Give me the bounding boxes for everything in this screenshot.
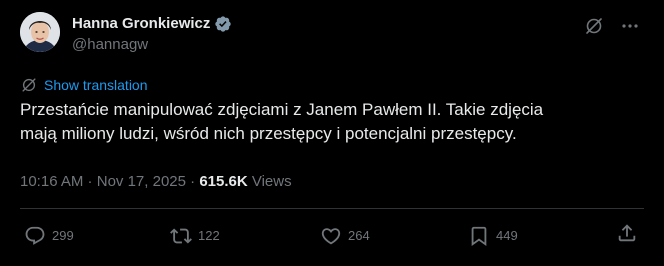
tweet-text-line-2: mają miliony ludzi, wśród nich przestępc… xyxy=(20,124,517,143)
bookmark-count: 449 xyxy=(496,228,518,243)
user-handle[interactable]: @hannagw xyxy=(72,35,148,55)
reply-button[interactable]: 299 xyxy=(24,222,74,250)
verified-badge-icon[interactable] xyxy=(214,15,232,33)
share-icon xyxy=(618,224,636,242)
action-bar: 299 122 264 449 xyxy=(20,222,644,250)
translate-icon xyxy=(20,76,38,94)
tweet-meta: 10:16 AM · Nov 17, 2025 · 615.6K Views xyxy=(20,172,292,192)
reply-count: 299 xyxy=(52,228,74,243)
divider xyxy=(20,208,644,209)
more-icon[interactable] xyxy=(620,16,640,36)
tweet-text: Przestańcie manipulować zdjęciami z Jane… xyxy=(20,98,640,146)
like-icon xyxy=(321,228,341,245)
show-translation-link[interactable]: Show translation xyxy=(20,76,148,94)
display-name[interactable]: Hanna Gronkiewicz xyxy=(72,14,210,34)
share-button[interactable] xyxy=(616,222,638,244)
tweet-date[interactable]: Nov 17, 2025 xyxy=(97,173,186,190)
reply-icon xyxy=(25,226,45,245)
grok-icon[interactable] xyxy=(584,16,604,36)
views-label: Views xyxy=(247,173,292,190)
like-button[interactable]: 264 xyxy=(320,222,370,250)
tweet-header: Hanna Gronkiewicz @hannagw xyxy=(20,12,644,56)
tweet-text-line-1: Przestańcie manipulować zdjęciami z Jane… xyxy=(20,100,544,119)
show-translation-label[interactable]: Show translation xyxy=(44,76,148,94)
views-count: 615.6K xyxy=(199,173,248,190)
tweet-card: Hanna Gronkiewicz @hannagw Show translat… xyxy=(0,0,664,266)
repost-count: 122 xyxy=(198,228,220,243)
like-count: 264 xyxy=(348,228,370,243)
bookmark-icon xyxy=(471,226,487,247)
tweet-time[interactable]: 10:16 AM xyxy=(20,173,83,190)
meta-separator: · xyxy=(83,173,97,190)
name-row: Hanna Gronkiewicz xyxy=(72,14,232,34)
repost-icon xyxy=(170,228,192,244)
avatar[interactable] xyxy=(20,12,60,52)
repost-button[interactable]: 122 xyxy=(170,222,220,250)
meta-separator: · xyxy=(185,173,200,190)
bookmark-button[interactable]: 449 xyxy=(468,222,518,250)
avatar-image xyxy=(20,12,60,52)
